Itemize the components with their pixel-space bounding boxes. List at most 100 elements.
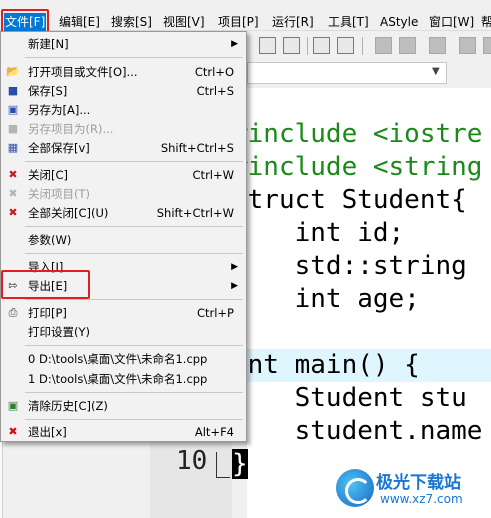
toolbar-separator	[362, 37, 363, 55]
toolbar-more-icon[interactable]	[483, 37, 491, 54]
menu-run[interactable]: 运行[R]	[271, 13, 315, 31]
menu-item-label: 退出[x]	[28, 425, 67, 439]
line-number: 10	[176, 446, 208, 476]
watermark-url: www.xz7.com	[380, 492, 463, 506]
menu-item-close-project[interactable]: ✖ 关闭项目(T)	[1, 184, 246, 204]
clear-history-icon: ▣	[7, 399, 19, 412]
open-icon: 📂	[6, 65, 20, 78]
menu-separator	[25, 226, 243, 227]
menu-item-import[interactable]: 导入[I] ▶	[1, 257, 246, 277]
code-line: Student stu	[232, 383, 467, 413]
menu-item-save[interactable]: ■ 保存[S] Ctrl+S	[1, 81, 246, 101]
code-editor[interactable]: #include <iostre #include <string struct…	[232, 118, 491, 518]
menu-separator	[25, 57, 243, 58]
menu-item-label: 打印设置(Y)	[28, 325, 90, 339]
menu-separator	[25, 419, 243, 420]
menu-item-label: 关闭项目(T)	[28, 187, 90, 201]
menu-item-label: 清除历史[C](Z)	[28, 399, 108, 413]
menu-item-exit[interactable]: ✖ 退出[x] Alt+F4	[1, 422, 246, 442]
menu-item-close[interactable]: ✖ 关闭[C] Ctrl+W	[1, 165, 246, 185]
menu-item-shortcut: Ctrl+O	[194, 65, 234, 79]
menu-item-clear-history[interactable]: ▣ 清除历史[C](Z)	[1, 396, 246, 416]
menu-item-new[interactable]: 新建[N] ▶	[1, 34, 246, 54]
watermark: 极光下载站 www.xz7.com	[336, 466, 491, 518]
menu-item-shortcut: Alt+F4	[194, 425, 234, 439]
menu-item-label: 导入[I]	[28, 260, 64, 274]
menu-item-print[interactable]: ⎙ 打印[P] Ctrl+P	[1, 303, 246, 323]
menu-separator	[25, 392, 243, 393]
toolbar-find-icon[interactable]	[259, 37, 276, 54]
menu-item-label: 另存项目为(R)...	[28, 122, 114, 136]
menu-item-open[interactable]: 📂 打开项目或文件[O]... Ctrl+O	[1, 62, 246, 82]
chevron-right-icon: ▶	[231, 39, 238, 49]
toolbar-bookmark-icon[interactable]	[429, 37, 446, 54]
menu-item-parameters[interactable]: 参数(W)	[1, 230, 246, 250]
chevron-down-icon[interactable]: ▼	[432, 66, 440, 77]
watermark-title: 极光下载站	[376, 473, 461, 493]
menu-item-label: 全部关闭[C](U)	[28, 206, 109, 220]
chevron-right-icon: ▶	[231, 262, 238, 272]
menu-separator	[25, 161, 243, 162]
save-as-icon: ▣	[7, 103, 19, 116]
menu-item-save-all[interactable]: ▦ 全部保存[v] Shift+Ctrl+S	[1, 138, 246, 158]
menu-item-print-setup[interactable]: 打印设置(Y)	[1, 322, 246, 342]
menu-item-save-as[interactable]: ▣ 另存为[A]...	[1, 100, 246, 120]
menu-project[interactable]: 项目[P]	[217, 13, 260, 31]
menu-item-label: 新建[N]	[28, 37, 69, 51]
chevron-right-icon: ▶	[231, 281, 238, 291]
toolbar-goto-icon[interactable]	[337, 37, 354, 54]
menu-view[interactable]: 视图[V]	[162, 13, 206, 31]
code-line: #include <iostre	[232, 119, 483, 149]
toolbar-separator	[307, 37, 308, 55]
menu-item-label: 保存[S]	[28, 84, 68, 98]
watermark-logo-icon	[336, 469, 374, 507]
save-icon: ■	[7, 84, 19, 97]
code-line-current: int main() {	[232, 349, 491, 382]
toolbar-replace-icon[interactable]	[283, 37, 300, 54]
menu-window[interactable]: 窗口[W]	[428, 13, 475, 31]
toolbar-debug-icon[interactable]	[459, 37, 476, 54]
class-browser-combo[interactable]	[247, 62, 447, 84]
toolbar-forward-icon[interactable]	[399, 37, 416, 54]
menu-separator	[25, 345, 243, 346]
code-line-brace: }	[232, 449, 248, 479]
menu-item-close-all[interactable]: ✖ 全部关闭[C](U) Shift+Ctrl+W	[1, 203, 246, 223]
menu-search[interactable]: 搜索[S]	[110, 13, 153, 31]
code-line: int id;	[232, 218, 405, 248]
print-icon: ⎙	[8, 306, 18, 319]
menu-item-label: 另存为[A]...	[28, 103, 91, 117]
file-menu-dropdown: 新建[N] ▶ 📂 打开项目或文件[O]... Ctrl+O ■ 保存[S] C…	[0, 31, 247, 442]
menu-item-shortcut: Shift+Ctrl+S	[160, 141, 234, 155]
menu-item-label: 关闭[C]	[28, 168, 69, 182]
code-line: std::string	[232, 251, 467, 281]
code-line: struct Student{	[232, 185, 467, 215]
close-project-icon: ✖	[8, 187, 18, 200]
menu-item-export[interactable]: ⇰ 导出[E] ▶	[1, 276, 246, 296]
menu-item-label: 导出[E]	[28, 279, 68, 293]
fold-marker	[216, 452, 230, 478]
exit-icon: ✖	[8, 425, 18, 438]
menu-item-recent-file[interactable]: 1 D:\tools\桌面\文件\未命名1.cpp	[1, 369, 246, 389]
menu-item-label: 1 D:\tools\桌面\文件\未命名1.cpp	[28, 372, 208, 386]
menu-help[interactable]: 帮	[480, 13, 491, 31]
save-project-icon: ■	[7, 122, 19, 135]
save-all-icon: ▦	[7, 141, 19, 154]
close-all-icon: ✖	[8, 206, 18, 219]
menu-astyle[interactable]: AStyle	[379, 13, 419, 31]
code-line: int age;	[232, 284, 420, 314]
menu-bar: 文件[F] 编辑[E] 搜索[S] 视图[V] 项目[P] 运行[R] 工具[T…	[0, 0, 491, 31]
menu-edit[interactable]: 编辑[E]	[58, 13, 101, 31]
menu-item-label: 0 D:\tools\桌面\文件\未命名1.cpp	[28, 352, 208, 366]
toolbar-back-icon[interactable]	[375, 37, 392, 54]
menu-item-label: 打印[P]	[28, 306, 67, 320]
toolbar	[247, 31, 491, 61]
menu-item-save-project-as[interactable]: ■ 另存项目为(R)...	[1, 119, 246, 139]
menu-file[interactable]: 文件[F]	[4, 13, 47, 31]
menu-item-label: 全部保存[v]	[28, 141, 90, 155]
export-icon: ⇰	[8, 279, 18, 292]
menu-item-recent-file[interactable]: 0 D:\tools\桌面\文件\未命名1.cpp	[1, 349, 246, 369]
toolbar-list-icon[interactable]	[313, 37, 330, 54]
menu-item-shortcut: Ctrl+W	[192, 168, 234, 182]
menu-tools[interactable]: 工具[T]	[327, 13, 370, 31]
menu-item-shortcut: Shift+Ctrl+W	[156, 206, 234, 220]
